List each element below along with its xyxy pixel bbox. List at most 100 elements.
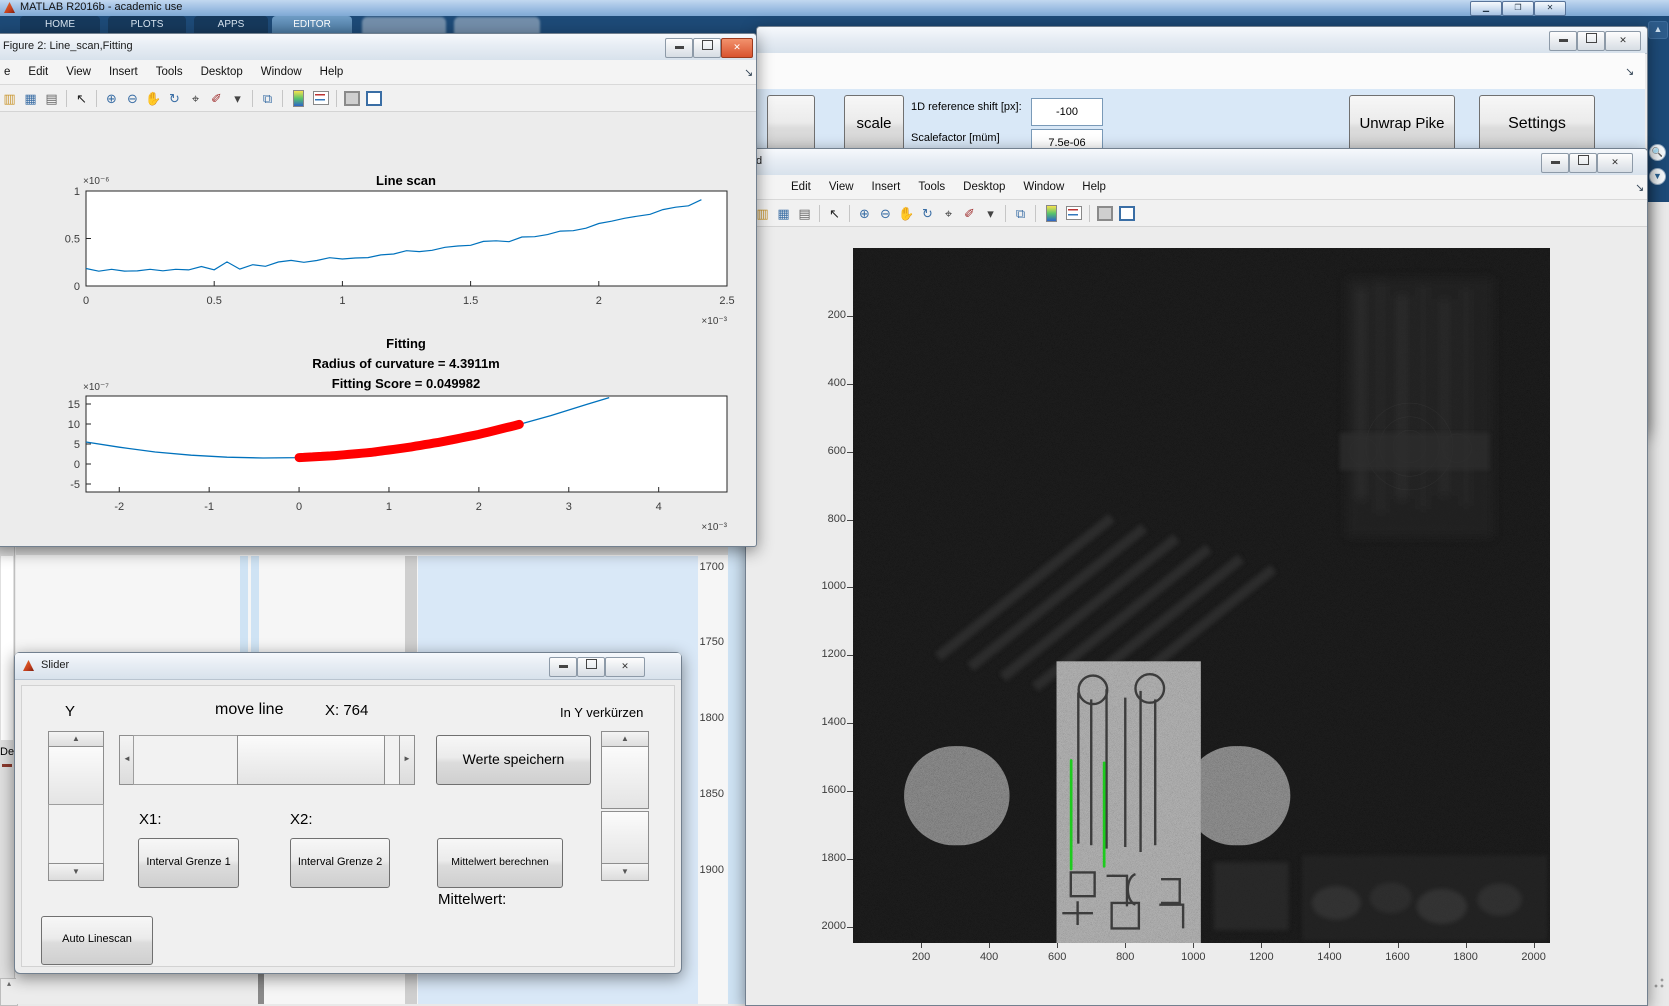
pointer-icon[interactable]: ↖	[825, 204, 844, 223]
print-icon[interactable]: ▤	[795, 204, 814, 223]
menu-item-desktop[interactable]: Desktop	[192, 66, 252, 78]
pan-icon[interactable]: ✋	[144, 89, 163, 108]
y-slider-thumb[interactable]	[48, 746, 104, 806]
legend-icon[interactable]	[313, 91, 329, 105]
minimize-button[interactable]	[549, 657, 577, 677]
interferogram-image[interactable]	[853, 248, 1550, 943]
menu-item-help[interactable]: Help	[1073, 181, 1115, 193]
shorten-slider-top-thumb[interactable]	[601, 746, 649, 809]
mean-label: Mittelwert:	[438, 891, 507, 908]
menu-item-desktop[interactable]: Desktop	[954, 181, 1014, 193]
menu-item-tools[interactable]: Tools	[909, 181, 954, 193]
minimize-button[interactable]: ▁	[1470, 1, 1502, 16]
unwrap-pike-button[interactable]: Unwrap Pike	[1349, 95, 1455, 155]
menu-item-e[interactable]: e	[0, 66, 19, 78]
dropdown-caret-icon[interactable]: ▾	[228, 89, 247, 108]
print-icon[interactable]: ▤	[42, 89, 61, 108]
restore-button[interactable]	[1577, 31, 1605, 51]
shorten-slider-down-arrow[interactable]: ▼	[601, 863, 649, 881]
dropdown-caret-icon[interactable]: ▾	[981, 204, 1000, 223]
minimize-button[interactable]	[1549, 31, 1577, 51]
shorten-slider-bottom-thumb[interactable]	[601, 811, 649, 865]
zoom-in-icon[interactable]: ⊕	[855, 204, 874, 223]
collapse-ribbon-icon[interactable]: ▲	[1648, 21, 1668, 39]
move-line-right-arrow[interactable]: ►	[399, 735, 415, 785]
restore-button[interactable]	[693, 38, 721, 58]
brush-icon[interactable]: ✐	[960, 204, 979, 223]
pointer-icon[interactable]: ↖	[72, 89, 91, 108]
move-line-thumb[interactable]	[237, 735, 385, 785]
link-plots-icon[interactable]: ⧉	[1011, 204, 1030, 223]
ribbon-tab-plots[interactable]: PLOTS	[108, 16, 186, 34]
legend-icon[interactable]	[1066, 206, 1082, 220]
zoom-out-icon[interactable]: ⊖	[123, 89, 142, 108]
restore-button[interactable]	[1569, 153, 1597, 173]
ribbon-tab-home[interactable]: HOME	[20, 16, 100, 34]
colorbar-icon[interactable]	[1046, 204, 1057, 222]
new-file-icon[interactable]: ▥	[0, 89, 19, 108]
link-plots-icon[interactable]: ⧉	[258, 89, 277, 108]
image-ytick-label: 800	[827, 512, 846, 525]
dock-figure-icon[interactable]	[1097, 205, 1113, 221]
figure2-titlebar[interactable]: Figure 2: Line_scan,Fitting ✕	[0, 34, 756, 61]
minimize-button[interactable]	[1541, 153, 1569, 173]
colorbar-icon[interactable]	[293, 89, 304, 107]
resize-grip[interactable]	[1650, 974, 1666, 990]
search-icon[interactable]: 🔍	[1649, 144, 1666, 161]
menu-item-insert[interactable]: Insert	[100, 66, 147, 78]
close-button[interactable]: ✕	[721, 38, 753, 58]
ref-shift-input[interactable]	[1031, 98, 1103, 126]
clipped-button[interactable]	[767, 95, 815, 155]
minimize-button[interactable]	[665, 38, 693, 58]
zoom-in-icon[interactable]: ⊕	[102, 89, 121, 108]
save-values-button[interactable]: Werte speichern	[436, 735, 591, 785]
save-icon[interactable]: ▦	[774, 204, 793, 223]
slider-titlebar[interactable]: Slider ✕	[15, 653, 681, 680]
close-button[interactable]: ✕	[1534, 1, 1566, 16]
calc-mean-button[interactable]: Mittelwert berechnen	[437, 838, 563, 888]
undock-figure-icon[interactable]	[366, 90, 382, 106]
zoom-out-icon[interactable]: ⊖	[876, 204, 895, 223]
dock-arrow-icon[interactable]: ↘	[735, 66, 762, 79]
rotate-icon[interactable]: ↻	[165, 89, 184, 108]
save-icon[interactable]: ▦	[21, 89, 40, 108]
details-panel-fragment: Det	[0, 746, 14, 758]
menu-item-tools[interactable]: Tools	[147, 66, 192, 78]
menu-item-window[interactable]: Window	[252, 66, 311, 78]
pan-icon[interactable]: ✋	[897, 204, 916, 223]
ribbon-tab-editor[interactable]: EDITOR	[272, 16, 352, 34]
svg-text:-2: -2	[114, 501, 124, 513]
close-button[interactable]: ✕	[605, 657, 645, 677]
data-cursor-icon[interactable]: ⌖	[186, 89, 205, 108]
control-gui-titlebar[interactable]: ✕	[757, 27, 1647, 54]
interval-limit2-button[interactable]: Interval Grenze 2	[290, 838, 390, 888]
data-cursor-icon[interactable]: ⌖	[939, 204, 958, 223]
y-slider-down-arrow[interactable]: ▼	[48, 863, 104, 881]
close-button[interactable]: ✕	[1605, 31, 1641, 51]
undock-figure-icon[interactable]	[1119, 205, 1135, 221]
y-slider-track[interactable]	[48, 804, 104, 865]
rotate-icon[interactable]: ↻	[918, 204, 937, 223]
menu-item-view[interactable]: View	[820, 181, 863, 193]
brush-icon[interactable]: ✐	[207, 89, 226, 108]
scale-button[interactable]: scale	[844, 95, 904, 155]
settings-button[interactable]: Settings	[1479, 95, 1595, 155]
dock-arrow-icon[interactable]: ↘	[1625, 65, 1634, 78]
menu-item-help[interactable]: Help	[311, 66, 353, 78]
menu-item-window[interactable]: Window	[1014, 181, 1073, 193]
dock-arrow-icon[interactable]: ↘	[1626, 181, 1653, 194]
auto-linescan-button[interactable]: Auto Linescan	[41, 916, 153, 965]
image-figure-titlebar[interactable]: d ✕	[746, 149, 1647, 176]
tick-mark	[1397, 943, 1399, 948]
interval-limit1-button[interactable]: Interval Grenze 1	[138, 838, 239, 888]
restore-button[interactable]: ❐	[1502, 1, 1534, 16]
menu-item-insert[interactable]: Insert	[863, 181, 910, 193]
restore-button[interactable]	[577, 657, 605, 677]
menu-item-view[interactable]: View	[57, 66, 100, 78]
tick-mark	[847, 926, 853, 928]
menu-item-edit[interactable]: Edit	[19, 66, 57, 78]
dock-figure-icon[interactable]	[344, 90, 360, 106]
ribbon-tab-apps[interactable]: APPS	[194, 16, 268, 34]
close-button[interactable]: ✕	[1597, 153, 1633, 173]
menu-item-edit[interactable]: Edit	[782, 181, 820, 193]
